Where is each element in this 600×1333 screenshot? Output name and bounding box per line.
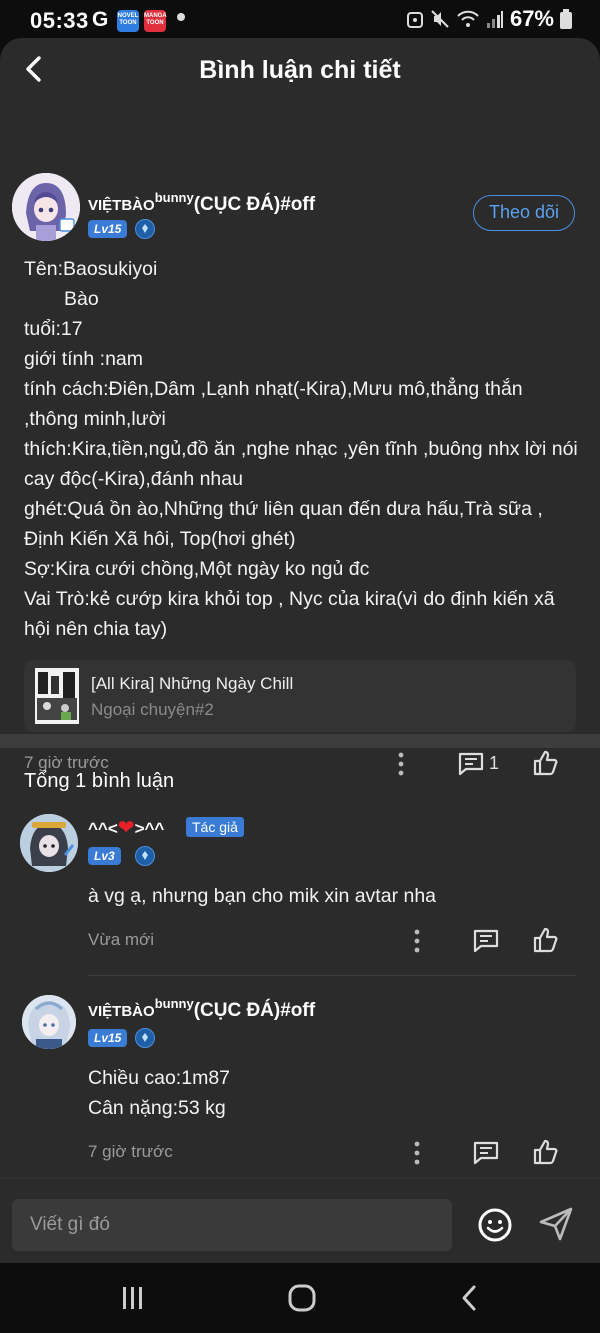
battery-percent: 67% [509,6,554,31]
story-reference-card[interactable]: [All Kira] Những Ngày Chill Ngoại chuyện… [24,660,576,732]
diamond-icon [135,1028,155,1048]
comments-count-header: Tổng 1 bình luận [24,770,175,792]
level-badge: Lv3 [88,847,121,865]
anime-avatar-icon [22,995,76,1049]
post-avatar[interactable] [12,173,80,241]
section-divider [0,734,600,748]
comment-meta-row: Vừa mới [0,926,600,956]
status-time: 05:33 [30,8,89,33]
comment-timestamp: 7 giờ trước [88,1142,173,1161]
post-line: Sợ:Kira cưới chồng,Một ngày ko ngủ đc [24,558,370,580]
diamond-icon [135,846,155,866]
send-icon[interactable] [538,1206,574,1242]
comment-count: 1 [489,753,500,773]
cover-art-icon [35,668,79,724]
post-line: ghét:Quá ồn ào,Những thứ liên quan đến d… [24,498,543,550]
notification-dot-icon [177,13,185,21]
username-superscript: bunny [154,996,194,1011]
back-nav-icon[interactable] [450,1283,490,1313]
like-icon[interactable] [531,1138,559,1166]
post-username[interactable]: VIỆTBÀObunny(CỤC ĐÁ)#off [88,190,315,216]
follow-button[interactable]: Theo dõi [473,195,575,231]
post-line: giới tính :nam [24,348,144,370]
story-title: [All Kira] Những Ngày Chill [91,674,294,693]
post-line: Bào [64,288,99,310]
author-tag: Tác giả [186,817,244,837]
level-badge: Lv15 [88,220,128,238]
anime-avatar-icon [20,814,78,872]
username-tail: (CỤC ĐÁ)#off [193,1000,316,1021]
anime-avatar-icon [12,173,80,241]
comment-icon[interactable] [457,750,485,778]
story-chapter: Ngoại chuyện#2 [91,700,214,719]
emoji-icon[interactable] [477,1207,513,1243]
like-icon[interactable] [531,749,559,777]
post-body: Tên:Baosukiyoi Bào tuổi:17 giới tính :na… [24,254,580,644]
comment-username[interactable]: ^^<❤>^^ [88,815,164,840]
username-left: ^^< [88,819,118,838]
level-badge: Lv15 [88,1029,128,1047]
comment-line: Cân nặng:53 kg [88,1097,226,1119]
reply-icon[interactable] [472,1139,500,1167]
comment-username[interactable]: VIỆTBÀObunny(CỤC ĐÁ)#off [88,996,315,1022]
battery-icon [560,9,572,29]
comment-meta-row: 7 giờ trước [0,1138,600,1168]
comment-body: Chiều cao:1m87 Cân nặng:53 kg [88,1063,230,1123]
comment-line: à vg ạ, nhưng bạn cho mik xin avtar nha [88,885,437,907]
comment-line: Chiều cao:1m87 [88,1067,231,1089]
manga-toon-icon: MANGA TOON [144,10,167,32]
comment-body: à vg ạ, nhưng bạn cho mik xin avtar nha [88,881,436,911]
comment-timestamp: Vừa mới [88,930,154,949]
comment-avatar[interactable] [20,814,78,872]
diamond-icon [135,219,155,239]
comment-input-bar: Viết gì đó [0,1178,600,1263]
more-options-icon[interactable] [403,927,431,955]
google-icon: G [92,8,109,31]
system-navigation-bar [0,1263,600,1333]
username-tail: (CỤC ĐÁ)#off [193,194,316,215]
username-main: VIỆTBÀO [88,197,155,214]
comment-avatar[interactable] [22,995,76,1049]
status-right-group: 67% [406,6,572,32]
username-right: >^^ [134,819,165,838]
novel-toon-icon: NOVEL TOON [117,10,139,32]
post-line: tuổi:17 [24,318,83,340]
home-icon[interactable] [282,1283,322,1313]
post-line: tính cách:Điên,Dâm ,Lạnh nhạt(-Kira),Mưu… [24,378,523,430]
like-icon[interactable] [531,926,559,954]
story-cover-thumbnail [35,668,79,724]
post-line: Tên:Baosukiyoi [24,258,158,280]
username-main: VIỆTBÀO [88,1003,155,1020]
more-options-icon[interactable] [403,1139,431,1167]
heart-icon: ❤ [117,817,135,839]
signal-icon [486,11,503,28]
reply-icon[interactable] [472,927,500,955]
page-title: Bình luận chi tiết [199,56,401,84]
recent-apps-icon[interactable] [113,1283,153,1313]
more-options-icon[interactable] [387,750,415,778]
mute-icon [431,10,449,28]
post-line: thích:Kira,tiền,ngủ,đồ ăn ,nghe nhạc ,yê… [24,438,578,490]
alarm-icon [406,12,423,28]
app-screen: Bình luận chi tiết VIỆTBÀObunny(CỤC ĐÁ)#… [0,38,600,1263]
header: Bình luận chi tiết [0,38,600,104]
comment-input[interactable]: Viết gì đó [12,1199,452,1251]
wifi-icon [457,10,479,27]
username-superscript: bunny [154,190,194,205]
status-bar: 05:33 G NOVEL TOON MANGA TOON 67% [0,0,600,40]
post-line: Vai Trò:kẻ cướp kira khỏi top , Nyc của … [24,588,555,640]
comment-separator [88,975,576,976]
